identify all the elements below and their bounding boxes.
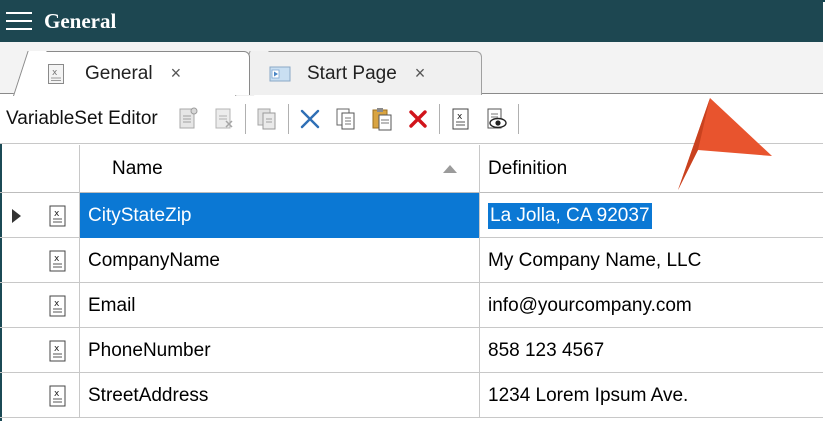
svg-text:x: x (52, 68, 58, 78)
cell-definition[interactable]: 858 123 4567 (480, 328, 823, 373)
row-gutter: x (0, 328, 80, 373)
current-row-indicator-icon (12, 209, 21, 223)
cell-name[interactable]: Email (80, 283, 480, 328)
tab-general-close-icon[interactable]: × (171, 63, 182, 84)
toolbar-separator (517, 103, 519, 134)
cut-icon[interactable] (292, 101, 328, 137)
toolbar-separator (287, 103, 289, 134)
copy-icon[interactable] (328, 101, 364, 137)
cell-definition[interactable]: My Company Name, LLC (480, 238, 823, 283)
svg-text:x: x (54, 299, 60, 309)
tab-general-label: General (85, 62, 153, 84)
new-variable-disabled-icon[interactable] (206, 101, 242, 137)
tab-strip: x General × Start Page × (0, 42, 823, 95)
column-header-name-label: Name (112, 158, 163, 179)
table-row[interactable]: x StreetAddress 1234 Lorem Ipsum Ave. (0, 373, 823, 418)
table-row[interactable]: x PhoneNumber 858 123 4567 (0, 328, 823, 373)
callout-arrow-icon (678, 98, 772, 190)
cell-definition-selected-text[interactable]: La Jolla, CA 92037 (488, 202, 652, 229)
hamburger-menu-icon[interactable] (0, 0, 38, 42)
svg-text:x: x (457, 112, 463, 122)
edit-variable-icon[interactable]: x (443, 101, 479, 137)
table-row[interactable]: x CompanyName My Company Name, LLC (0, 238, 823, 283)
variable-row-icon: x (48, 249, 68, 273)
cell-definition[interactable]: info@yourcompany.com (480, 283, 823, 328)
tab-start-page-close-icon[interactable]: × (415, 63, 426, 84)
new-variable-icon[interactable] (170, 101, 206, 137)
variable-row-icon: x (48, 384, 68, 408)
variable-doc-icon: x (47, 63, 67, 85)
cell-name[interactable]: CompanyName (80, 238, 480, 283)
row-gutter: x (0, 193, 80, 238)
row-gutter: x (0, 373, 80, 418)
toolbar-label: VariableSet Editor (6, 107, 158, 129)
svg-text:x: x (54, 209, 60, 219)
variable-row-icon: x (48, 339, 68, 363)
start-page-icon (269, 63, 291, 85)
svg-text:x: x (54, 254, 60, 264)
svg-text:x: x (54, 344, 60, 354)
variable-row-icon: x (48, 204, 68, 228)
svg-text:x: x (54, 389, 60, 399)
row-gutter: x (0, 283, 80, 328)
header-gutter (0, 145, 80, 193)
tab-start-page-label: Start Page (307, 62, 397, 84)
tab-start-page[interactable]: Start Page × (250, 51, 482, 95)
row-gutter: x (0, 238, 80, 283)
cell-definition[interactable]: La Jolla, CA 92037 (480, 193, 823, 238)
column-header-name[interactable]: Name (80, 145, 480, 193)
duplicate-variable-icon[interactable] (249, 101, 285, 137)
sort-ascending-icon (443, 165, 457, 173)
column-header-definition-label: Definition (488, 158, 568, 179)
paste-icon[interactable] (364, 101, 400, 137)
cell-name[interactable]: CityStateZip (80, 193, 480, 238)
variable-row-icon: x (48, 294, 68, 318)
title-bar: General (0, 0, 823, 42)
cell-name[interactable]: PhoneNumber (80, 328, 480, 373)
window-title: General (44, 8, 117, 33)
toolbar-separator (244, 103, 246, 134)
preview-icon[interactable] (479, 101, 515, 137)
toolbar-separator (438, 103, 440, 134)
table-row[interactable]: x Email info@yourcompany.com (0, 283, 823, 328)
cell-name[interactable]: StreetAddress (80, 373, 480, 418)
cell-definition[interactable]: 1234 Lorem Ipsum Ave. (480, 373, 823, 418)
table-row[interactable]: x CityStateZip La Jolla, CA 92037 (0, 193, 823, 238)
delete-icon[interactable] (400, 101, 436, 137)
tab-general[interactable]: x General × (28, 51, 250, 95)
